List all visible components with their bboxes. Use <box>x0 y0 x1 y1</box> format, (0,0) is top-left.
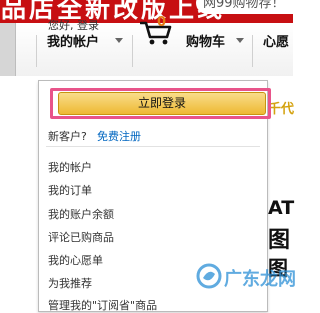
chevron-down-icon <box>236 38 244 43</box>
promo-banner-pill: 网99购物荐！ <box>196 0 293 14</box>
cart-label: 购物车 <box>186 35 226 50</box>
menu-item-review-purchases[interactable]: 评论已购商品 <box>48 229 114 245</box>
background-heading-text: AT <box>268 197 295 219</box>
site-watermark: 广东龙网 <box>196 261 296 293</box>
menu-item-my-orders[interactable]: 我的订单 <box>48 182 92 198</box>
chevron-down-icon <box>115 38 123 43</box>
nav-divider <box>252 35 253 67</box>
menu-item-account-balance[interactable]: 我的账户余额 <box>48 206 114 222</box>
wishlist-link[interactable]: 心愿 <box>263 31 289 50</box>
nav-left-strip <box>0 23 16 76</box>
promo-banner-headline: 品店全新改版上线 <box>1 0 226 23</box>
sign-in-button[interactable]: 立即登录 <box>58 92 266 115</box>
menu-divider <box>46 146 260 147</box>
register-link[interactable]: 免费注册 <box>97 128 141 144</box>
watermark-logo-icon <box>196 263 222 289</box>
background-promo-text: 千代 <box>268 102 295 117</box>
background-glyph: 图 <box>268 228 291 253</box>
menu-item-recommendations[interactable]: 为我推荐 <box>48 275 92 291</box>
nav-divider <box>36 35 37 67</box>
account-label: 我的帐户 <box>47 35 100 50</box>
watermark-text: 广东龙网 <box>224 269 296 290</box>
shopping-cart-icon <box>140 21 172 45</box>
cart-count-badge: 0 <box>157 15 167 30</box>
menu-item-subscriptions[interactable]: 管理我的"订阅省"商品 <box>48 297 157 313</box>
nav-divider <box>132 35 133 67</box>
menu-item-wishlist[interactable]: 我的心愿单 <box>48 252 103 268</box>
new-customer-label: 新客户? <box>48 130 87 143</box>
menu-item-my-account[interactable]: 我的帐户 <box>48 159 92 175</box>
